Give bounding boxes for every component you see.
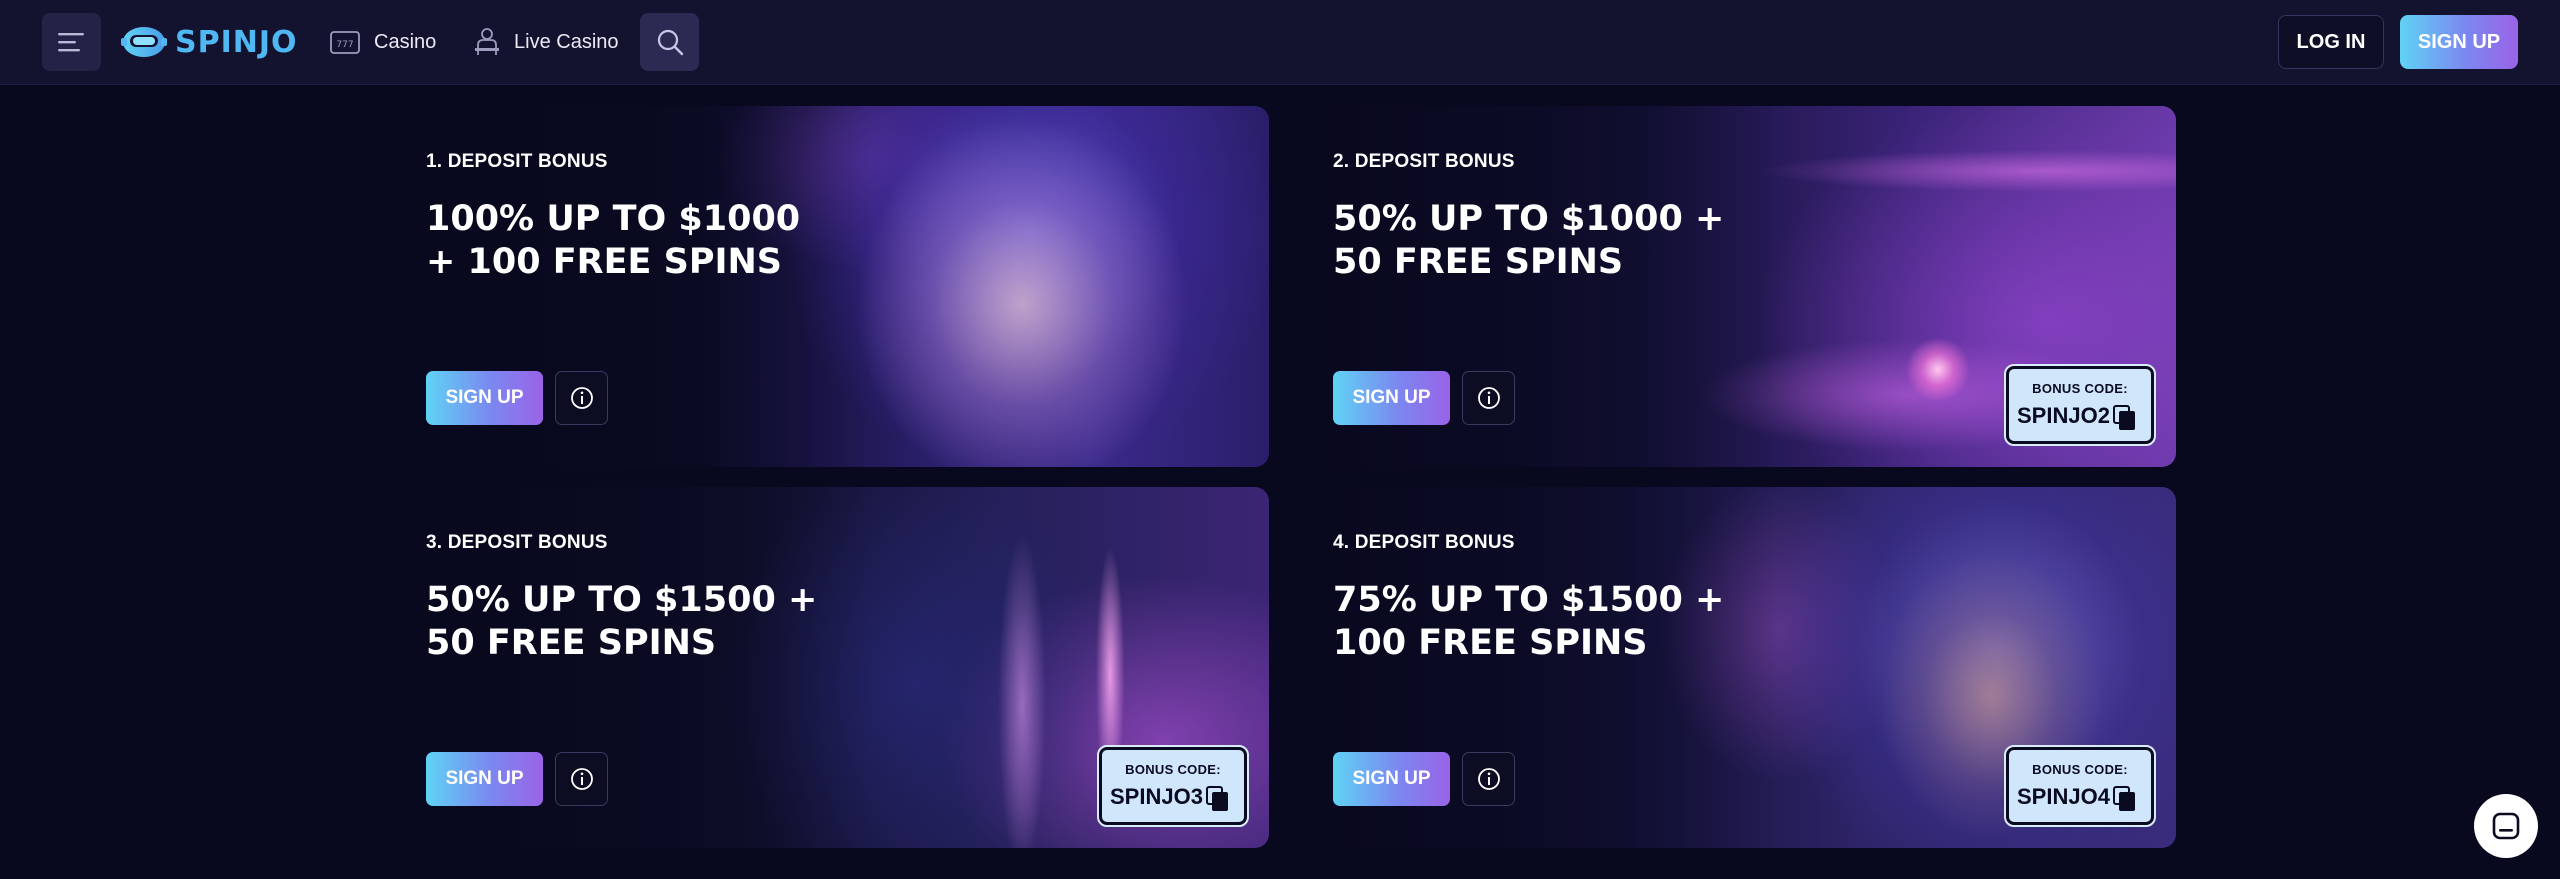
info-button[interactable]	[1462, 752, 1515, 806]
chat-icon	[2492, 812, 2520, 840]
copy-icon[interactable]	[1206, 786, 1230, 812]
card-signup-button[interactable]: SIGN UP	[426, 371, 543, 425]
astronaut-helmet-icon	[121, 27, 167, 57]
card-label: 3. DEPOSIT BONUS	[426, 532, 608, 553]
deposit-bonus-card-2: 2. DEPOSIT BONUS 50% UP TO $1000 + 50 FR…	[1294, 106, 2176, 467]
deposit-bonus-card-4: 4. DEPOSIT BONUS 75% UP TO $1500 + 100 F…	[1294, 487, 2176, 848]
card-label: 1. DEPOSIT BONUS	[426, 151, 608, 172]
card-signup-button[interactable]: SIGN UP	[1333, 371, 1450, 425]
spinjo-logo[interactable]: SPINJO	[121, 22, 298, 62]
deposit-bonus-card-1: 1. DEPOSIT BONUS 100% UP TO $1000 + 100 …	[387, 106, 1269, 467]
card-title: 50% UP TO $1500 + 50 FREE SPINS	[426, 579, 866, 665]
svg-text:777: 777	[336, 40, 353, 50]
info-button[interactable]	[555, 752, 608, 806]
deposit-bonus-card-3: 3. DEPOSIT BONUS 50% UP TO $1500 + 50 FR…	[387, 487, 1269, 848]
bonus-code-value: SPINJO2	[2017, 403, 2110, 428]
live-chat-button[interactable]	[2474, 794, 2538, 858]
bonus-code-value: SPINJO4	[2017, 784, 2110, 809]
card-title-line: 50 FREE SPINS	[1333, 242, 1624, 282]
card-title: 75% UP TO $1500 + 100 FREE SPINS	[1333, 579, 1773, 665]
info-icon	[1477, 387, 1500, 409]
brand-name: SPINJO	[175, 24, 298, 60]
card-signup-button[interactable]: SIGN UP	[426, 752, 543, 806]
bonus-code-label: BONUS CODE:	[2032, 762, 2128, 777]
card-title-line: 50% UP TO $1500 +	[426, 580, 818, 620]
bonus-code-box[interactable]: BONUS CODE: SPINJO2	[2004, 364, 2156, 446]
card-label: 2. DEPOSIT BONUS	[1333, 151, 1515, 172]
card-signup-button[interactable]: SIGN UP	[1333, 752, 1450, 806]
card-title-line: 50% UP TO $1000 +	[1333, 199, 1725, 239]
top-header: SPINJO 777 Casino Live Casino LOG IN SIG…	[0, 0, 2560, 85]
search-button[interactable]	[640, 13, 699, 71]
info-icon	[1477, 768, 1500, 790]
bonus-code-value: SPINJO3	[1110, 784, 1203, 809]
info-button[interactable]	[555, 371, 608, 425]
menu-button[interactable]	[42, 13, 101, 71]
card-title: 100% UP TO $1000 + 100 FREE SPINS	[426, 198, 866, 284]
card-title-line: 100% UP TO $1000	[426, 199, 801, 239]
card-label: 4. DEPOSIT BONUS	[1333, 532, 1515, 553]
card-title: 50% UP TO $1000 + 50 FREE SPINS	[1333, 198, 1773, 284]
info-button[interactable]	[1462, 371, 1515, 425]
nav-casino-label: Casino	[374, 30, 437, 53]
slot-machine-icon: 777	[330, 31, 360, 54]
nav-live-casino-label: Live Casino	[514, 30, 619, 53]
info-icon	[570, 387, 593, 409]
search-icon	[657, 29, 683, 56]
hamburger-menu-icon	[57, 33, 84, 52]
copy-icon[interactable]	[2113, 405, 2137, 431]
card-title-line: 50 FREE SPINS	[426, 623, 717, 663]
info-icon	[570, 768, 593, 790]
bonus-code-box[interactable]: BONUS CODE: SPINJO4	[2004, 745, 2156, 827]
card-title-line: 75% UP TO $1500 +	[1333, 580, 1725, 620]
dealer-icon	[475, 28, 499, 55]
nav-live-casino[interactable]: Live Casino	[474, 24, 619, 60]
bonus-code-label: BONUS CODE:	[1125, 762, 1221, 777]
login-button[interactable]: LOG IN	[2278, 15, 2384, 69]
header-signup-button[interactable]: SIGN UP	[2400, 15, 2518, 69]
bonus-code-box[interactable]: BONUS CODE: SPINJO3	[1097, 745, 1249, 827]
copy-icon[interactable]	[2113, 786, 2137, 812]
card-title-line: + 100 FREE SPINS	[426, 242, 782, 282]
bonus-code-label: BONUS CODE:	[2032, 381, 2128, 396]
nav-casino[interactable]: 777 Casino	[330, 24, 436, 60]
card-title-line: 100 FREE SPINS	[1333, 623, 1648, 663]
